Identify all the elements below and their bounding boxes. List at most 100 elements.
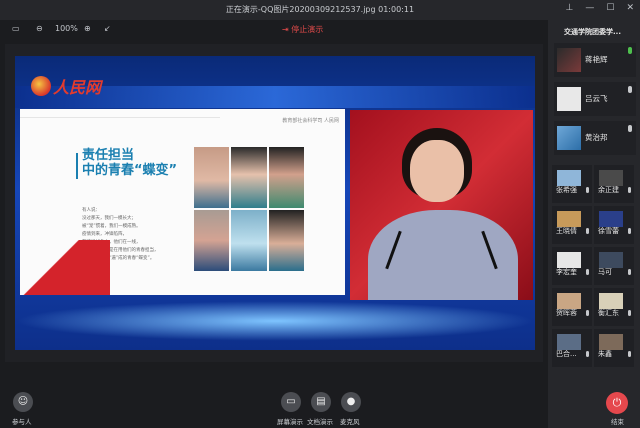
document-panel: 教育部社会科学司 人民网 责任担当 中的青春“蝶变” 有人说： 没过那天，我们一… xyxy=(20,109,345,295)
participant-panel: 交通学院团委学... 蒋艳辉 吕云飞 黄治邦 张希强 余正建 王晓倩 徐雪蕾 李… xyxy=(548,20,640,428)
avatar xyxy=(557,126,581,150)
participant-tile[interactable]: 李宏奎 xyxy=(552,247,592,285)
avatar xyxy=(557,170,581,186)
nurse-photo xyxy=(268,210,304,271)
avatar xyxy=(557,48,581,72)
zoom-in-icon[interactable]: ⊕ xyxy=(84,24,91,33)
red-wave-decoration xyxy=(20,240,110,295)
heading-accent xyxy=(76,153,78,179)
presenter-video xyxy=(350,110,533,300)
fit-screen-icon[interactable]: ↙ xyxy=(104,24,111,33)
doc-share-button[interactable]: ▤ xyxy=(311,392,331,412)
heading-line-1: 责任担当 xyxy=(82,148,135,163)
stop-presentation-label: 停止演示 xyxy=(291,25,324,34)
mic-off-icon xyxy=(586,269,589,275)
participant-name: 李宏奎 xyxy=(556,268,577,276)
mic-off-icon xyxy=(628,187,631,193)
body-line: 没过那天，我们一模长大； xyxy=(82,216,136,221)
body-line: 被“宠”惯着，我们一模成熟。 xyxy=(82,224,141,229)
participant-name: 巴合... xyxy=(556,350,577,358)
speaker-tile[interactable]: 吕云飞 xyxy=(554,82,636,116)
mic-on-icon xyxy=(628,47,632,54)
view-toolbar: ▭ ⊖ 100% ⊕ ↙ xyxy=(0,20,545,42)
window-title: 正在演示-QQ图片20200309212537.jpg 01:00:11 xyxy=(225,5,415,14)
mic-button[interactable]: ● xyxy=(341,392,361,412)
photo-grid xyxy=(194,147,304,271)
participant-tile[interactable]: 张希强 xyxy=(552,165,592,203)
room-name: 交通学院团委学... xyxy=(564,28,621,36)
logo-text: 人民网 xyxy=(53,78,102,97)
participant-tile[interactable]: 朱鑫 xyxy=(594,329,634,367)
body-line: 疫情到来，冲锋陷阵， xyxy=(82,232,127,237)
zoom-out-icon[interactable]: ⊖ xyxy=(36,24,43,33)
participant-name: 衡汇东 xyxy=(598,309,619,317)
avatar xyxy=(557,211,581,227)
participant-name: 张希强 xyxy=(556,186,577,194)
avatar xyxy=(557,87,581,111)
participant-tile[interactable]: 巴合... xyxy=(552,329,592,367)
close-icon[interactable]: ✕ xyxy=(626,3,634,13)
mic-off-icon xyxy=(628,228,631,234)
slide-heading: 责任担当 中的青春“蝶变” xyxy=(82,148,177,179)
mic-icon: ● xyxy=(346,396,356,407)
participant-name: 徐雪蕾 xyxy=(598,227,619,235)
pin-icon[interactable]: ⊥ xyxy=(566,3,574,13)
participants-label: 参与人 xyxy=(12,418,32,426)
end-label: 结束 xyxy=(611,418,624,426)
nurse-photo xyxy=(231,210,267,271)
participant-name: 余正建 xyxy=(598,186,619,194)
nurse-photo xyxy=(231,147,267,208)
participant-name: 王晓倩 xyxy=(556,227,577,235)
doc-rule xyxy=(20,117,220,118)
speaker-tile[interactable]: 黄治邦 xyxy=(554,121,636,155)
mic-off-icon xyxy=(586,187,589,193)
speaker-name: 蒋艳辉 xyxy=(585,55,608,64)
speaker-name: 吕云飞 xyxy=(585,94,608,103)
exit-icon: ⇥ xyxy=(282,25,289,34)
maximize-icon[interactable]: ☐ xyxy=(606,3,614,13)
screen-share-label: 屏幕演示 xyxy=(277,418,303,426)
participant-tile[interactable]: 马可 xyxy=(594,247,634,285)
speaker-name: 黄治邦 xyxy=(585,133,608,142)
title-bar: 正在演示-QQ图片20200309212537.jpg 01:00:11 ⊥ —… xyxy=(0,0,640,20)
logo-icon xyxy=(31,76,51,96)
participant-tile[interactable]: 衡汇东 xyxy=(594,288,634,326)
avatar xyxy=(557,252,581,268)
avatar xyxy=(557,334,581,350)
participants-button[interactable]: ☺ xyxy=(13,392,33,412)
participant-name: 马可 xyxy=(598,268,612,276)
participant-tile[interactable]: 徐雪蕾 xyxy=(594,206,634,244)
avatar xyxy=(599,170,623,186)
minimize-icon[interactable]: — xyxy=(585,3,594,13)
nurse-photo xyxy=(194,147,230,208)
avatar xyxy=(557,293,581,309)
participant-name: 贺晖蓉 xyxy=(556,309,577,317)
speaker-tile[interactable]: 蒋艳辉 xyxy=(554,43,636,77)
mic-off-icon xyxy=(628,125,632,132)
participant-tile[interactable]: 王晓倩 xyxy=(552,206,592,244)
participant-tile[interactable]: 余正建 xyxy=(594,165,634,203)
sidebar-toggle-icon[interactable]: ▭ xyxy=(12,24,20,33)
mic-off-icon xyxy=(628,351,631,357)
people-icon: ☺ xyxy=(17,396,29,407)
mic-label: 麦克风 xyxy=(340,418,360,426)
body-line: 有人说： xyxy=(82,208,100,213)
avatar xyxy=(599,293,623,309)
doc-header: 教育部社会科学司 人民网 xyxy=(282,118,339,124)
slide-glow xyxy=(15,301,535,341)
participant-name: 朱鑫 xyxy=(598,350,612,358)
presenter-face xyxy=(410,140,464,202)
folder-icon: ▤ xyxy=(316,396,326,407)
participant-tile[interactable]: 贺晖蓉 xyxy=(552,288,592,326)
mic-off-icon xyxy=(586,228,589,234)
nurse-photo xyxy=(268,147,304,208)
avatar xyxy=(599,252,623,268)
end-button[interactable]: ⏻ xyxy=(606,392,628,414)
power-icon: ⏻ xyxy=(612,396,622,409)
shared-slide: 人民网 教育部社会科学司 人民网 责任担当 中的青春“蝶变” 有人说： 没过那天… xyxy=(15,56,535,350)
screen-share-button[interactable]: ▭ xyxy=(281,392,301,412)
presentation-stage: 人民网 教育部社会科学司 人民网 责任担当 中的青春“蝶变” 有人说： 没过那天… xyxy=(5,44,543,362)
stop-presentation-button[interactable]: ⇥ 停止演示 xyxy=(282,24,323,35)
zoom-level: 100% xyxy=(55,24,78,33)
screen-icon: ▭ xyxy=(286,396,296,407)
